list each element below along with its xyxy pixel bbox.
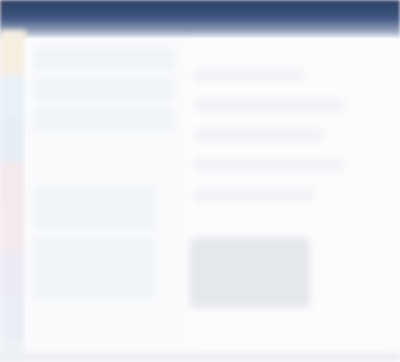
form-field[interactable] — [194, 158, 344, 172]
list-item[interactable] — [34, 108, 174, 130]
sidebar-item-2[interactable] — [0, 74, 26, 118]
sidebar-item-7[interactable] — [0, 294, 26, 338]
left-panel — [26, 38, 186, 362]
status-bar — [0, 352, 400, 362]
sidebar-item-3[interactable] — [0, 118, 26, 162]
sidebar-item-1[interactable] — [0, 30, 26, 74]
form-field[interactable] — [194, 188, 314, 202]
title-bar[interactable] — [0, 0, 400, 40]
form-field[interactable] — [194, 98, 344, 112]
list-item[interactable] — [34, 188, 154, 228]
list-item[interactable] — [34, 78, 174, 100]
sidebar-item-4[interactable] — [0, 162, 26, 206]
list-item[interactable] — [34, 238, 154, 298]
main-content — [26, 38, 400, 362]
right-panel — [186, 38, 400, 362]
form-field[interactable] — [194, 68, 304, 82]
list-item[interactable] — [34, 48, 174, 70]
sidebar-item-6[interactable] — [0, 250, 26, 294]
sidebar — [0, 30, 26, 362]
sidebar-item-5[interactable] — [0, 206, 26, 250]
application-window — [0, 0, 400, 362]
form-field[interactable] — [194, 128, 324, 142]
preview-area — [190, 238, 310, 308]
